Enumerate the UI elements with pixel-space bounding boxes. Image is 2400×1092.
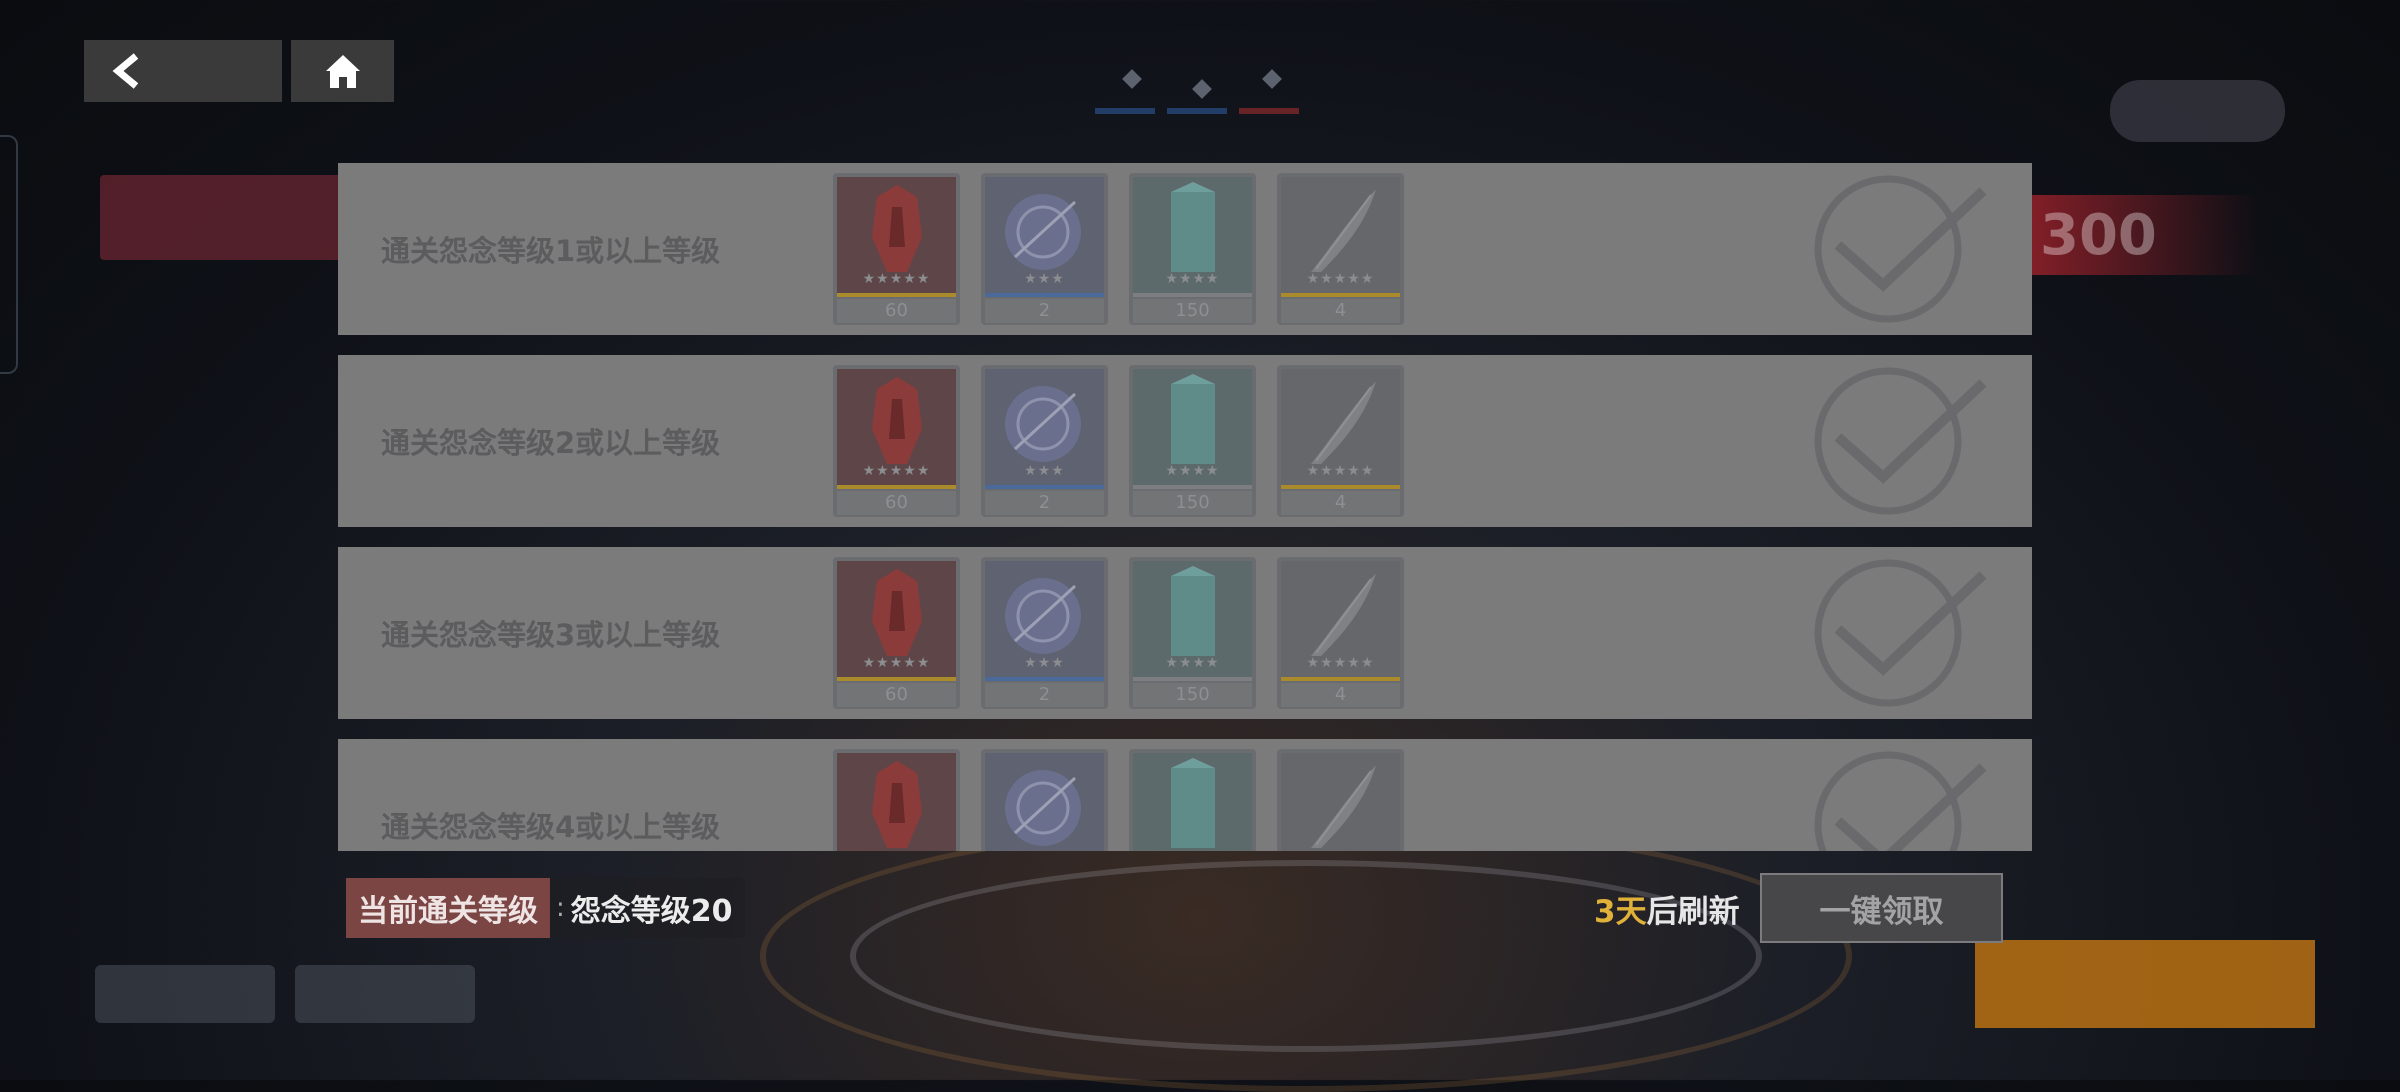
- reward-quantity: 2: [985, 299, 1104, 323]
- rarity-bar: [1133, 293, 1252, 297]
- refresh-timer: 3天后刷新: [1594, 886, 1740, 931]
- red-armor-fragment-icon: [837, 753, 956, 851]
- refresh-suffix: 后刷新: [1646, 894, 1740, 930]
- right-red-banner: 300: [2030, 195, 2260, 275]
- refresh-days: 3天: [1594, 894, 1647, 930]
- status-separator: :: [556, 893, 565, 923]
- reward-quantity: 2: [985, 683, 1104, 707]
- check-circle-icon: [1813, 749, 1988, 851]
- claim-all-button[interactable]: 一键领取: [1760, 873, 2003, 943]
- check-circle-icon: [1813, 173, 1988, 325]
- reward-stars: ★★★★: [1165, 271, 1220, 287]
- stage-progress-icons: [1095, 20, 1305, 120]
- reward-quantity: 60: [837, 683, 956, 707]
- rarity-bar: [837, 677, 956, 681]
- reward-quantity: 60: [837, 491, 956, 515]
- start-challenge-button-bg: [1975, 940, 2315, 1028]
- reward-item[interactable]: ★★★ 2: [981, 557, 1108, 709]
- reward-quantity: 4: [1281, 299, 1400, 323]
- reward-stars: ★★★★★: [1306, 271, 1375, 287]
- rarity-bar: [837, 485, 956, 489]
- rarity-bar: [1133, 677, 1252, 681]
- reward-quantity: 4: [1281, 683, 1400, 707]
- mission-label: 通关怨念等级1或以上等级: [381, 234, 721, 268]
- mission-label: 通关怨念等级2或以上等级: [381, 426, 721, 460]
- side-edge-tab: [0, 135, 18, 374]
- reward-quantity: 2: [985, 491, 1104, 515]
- reward-stars: ★★★★: [1165, 655, 1220, 671]
- reward-stars: ★★★★★: [1306, 655, 1375, 671]
- rarity-bar: [1281, 485, 1400, 489]
- mission-row: 通关怨念等级1或以上等级 ★★★★★ 60 ★★★ 2 ★★★★ 150 ★★★★★ 4: [338, 163, 2032, 335]
- current-clear-level-label: 当前通关等级: [346, 878, 550, 938]
- reward-stars: ★★★★★: [862, 655, 931, 671]
- reward-quantity: 60: [837, 299, 956, 323]
- left-panel-card: [100, 175, 345, 260]
- rarity-bar: [837, 293, 956, 297]
- reward-item[interactable]: ★★★★★ 60: [833, 365, 960, 517]
- reward-item[interactable]: ★★★★★ 4: [1277, 365, 1404, 517]
- blue-orb-icon: [985, 753, 1104, 851]
- reward-list: ★★★★★ 60 ★★★ 2 ★★★★ 150 ★★★★★ 4: [833, 173, 1404, 325]
- rarity-bar: [1281, 293, 1400, 297]
- reward-list: ★★★★★ 60 ★★★ 2 ★★★★ 150 ★★★★★ 4: [833, 557, 1404, 709]
- reward-item[interactable]: [833, 749, 960, 851]
- reward-stars: ★★★★★: [862, 271, 931, 287]
- back-button[interactable]: [84, 40, 282, 102]
- home-icon: [325, 55, 360, 88]
- reward-quantity: 150: [1133, 683, 1252, 707]
- reward-item[interactable]: ★★★★★ 60: [833, 557, 960, 709]
- reward-stars: ★★★: [1024, 655, 1065, 671]
- home-button[interactable]: [291, 40, 394, 102]
- reward-item[interactable]: ★★★ 2: [981, 173, 1108, 325]
- current-clear-level: 当前通关等级 : 怨念等级20: [346, 878, 745, 938]
- reward-list: [833, 749, 1404, 851]
- right-top-pill: [2110, 80, 2285, 142]
- reward-item[interactable]: [981, 749, 1108, 851]
- reward-item[interactable]: ★★★★ 150: [1129, 173, 1256, 325]
- reward-stars: ★★★: [1024, 463, 1065, 479]
- reward-item[interactable]: [1277, 749, 1404, 851]
- reward-item[interactable]: ★★★★★ 60: [833, 173, 960, 325]
- reward-item[interactable]: ★★★★ 150: [1129, 557, 1256, 709]
- check-circle-icon: [1813, 365, 1988, 517]
- mission-row: 通关怨念等级2或以上等级 ★★★★★ 60 ★★★ 2 ★★★★ 150 ★★★★★ 4: [338, 355, 2032, 527]
- white-feather-icon: [1281, 753, 1400, 851]
- reward-stars: ★★★★★: [1306, 463, 1375, 479]
- reward-item[interactable]: [1129, 749, 1256, 851]
- reward-item[interactable]: ★★★★★ 4: [1277, 557, 1404, 709]
- rarity-bar: [985, 485, 1104, 489]
- mission-label: 通关怨念等级4或以上等级: [381, 810, 721, 844]
- bottom-left-button-1: [95, 965, 275, 1023]
- reward-list: ★★★★★ 60 ★★★ 2 ★★★★ 150 ★★★★★ 4: [833, 365, 1404, 517]
- bottom-left-button-2: [295, 965, 475, 1023]
- reward-item[interactable]: ★★★★ 150: [1129, 365, 1256, 517]
- reward-quantity: 150: [1133, 299, 1252, 323]
- mission-list[interactable]: 通关怨念等级1或以上等级 ★★★★★ 60 ★★★ 2 ★★★★ 150 ★★★★★ 4 通关怨念…: [338, 163, 2032, 851]
- reward-quantity: 150: [1133, 491, 1252, 515]
- check-circle-icon: [1813, 557, 1988, 709]
- mission-row: 通关怨念等级3或以上等级 ★★★★★ 60 ★★★ 2 ★★★★ 150 ★★★★★ 4: [338, 547, 2032, 719]
- reward-quantity: 4: [1281, 491, 1400, 515]
- reward-item[interactable]: ★★★★★ 4: [1277, 173, 1404, 325]
- rarity-bar: [985, 293, 1104, 297]
- rarity-bar: [1133, 485, 1252, 489]
- reward-stars: ★★★★★: [862, 463, 931, 479]
- mission-label: 通关怨念等级3或以上等级: [381, 618, 721, 652]
- rarity-bar: [985, 677, 1104, 681]
- mission-row: 通关怨念等级4或以上等级: [338, 739, 2032, 851]
- chevron-left-icon: [112, 53, 139, 89]
- reward-stars: ★★★★: [1165, 463, 1220, 479]
- cyan-crystal-icon: [1133, 753, 1252, 851]
- reward-stars: ★★★: [1024, 271, 1065, 287]
- reward-item[interactable]: ★★★ 2: [981, 365, 1108, 517]
- current-clear-level-value: 怨念等级20: [570, 894, 733, 929]
- rarity-bar: [1281, 677, 1400, 681]
